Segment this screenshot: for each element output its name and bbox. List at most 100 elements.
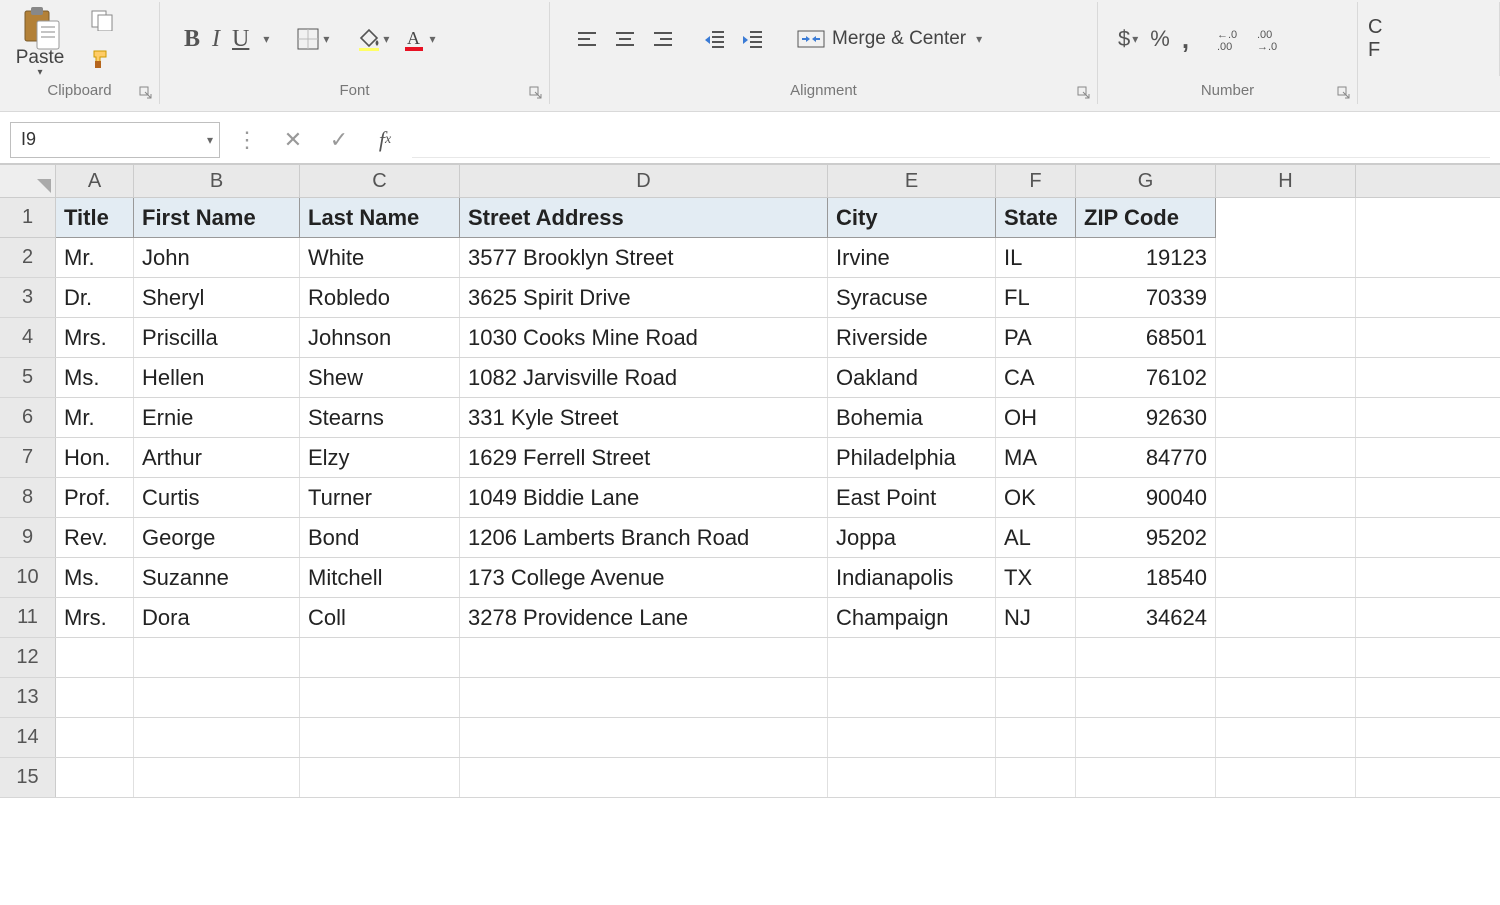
align-center-button[interactable] [606,21,644,57]
decrease-decimal-button[interactable]: .00→.0 [1249,21,1289,57]
underline-dropdown[interactable]: ▾ [255,21,275,57]
cell-F3[interactable]: FL [996,278,1076,317]
select-all-button[interactable] [0,165,56,197]
cell-A15[interactable] [56,758,134,797]
number-dialog-launcher[interactable] [1337,86,1351,100]
copy-button[interactable] [84,2,122,38]
cell-A7[interactable]: Hon. [56,438,134,477]
cell-H4[interactable] [1216,318,1356,357]
cell-F12[interactable] [996,638,1076,677]
cell-G15[interactable] [1076,758,1216,797]
cell-D3[interactable]: 3625 Spirit Drive [460,278,828,317]
cell-E14[interactable] [828,718,996,757]
cell-H3[interactable] [1216,278,1356,317]
cell-G8[interactable]: 90040 [1076,478,1216,517]
cell-A2[interactable]: Mr. [56,238,134,277]
column-header-H[interactable]: H [1216,165,1356,197]
formula-input[interactable] [412,122,1490,158]
cell-A8[interactable]: Prof. [56,478,134,517]
cell-G1[interactable]: ZIP Code [1076,198,1216,238]
cell-F8[interactable]: OK [996,478,1076,517]
align-right-button[interactable] [644,21,682,57]
cell-E9[interactable]: Joppa [828,518,996,557]
cell-G2[interactable]: 19123 [1076,238,1216,277]
cell-E15[interactable] [828,758,996,797]
cell-C6[interactable]: Stearns [300,398,460,437]
column-header-D[interactable]: D [460,165,828,197]
cell-D10[interactable]: 173 College Avenue [460,558,828,597]
cell-A14[interactable] [56,718,134,757]
row-header-10[interactable]: 10 [0,558,56,597]
cell-E12[interactable] [828,638,996,677]
borders-button[interactable]: ▾ [289,21,335,57]
cell-A1[interactable]: Title [56,198,134,238]
row-header-15[interactable]: 15 [0,758,56,797]
row-header-4[interactable]: 4 [0,318,56,357]
cell-C4[interactable]: Johnson [300,318,460,357]
cell-F9[interactable]: AL [996,518,1076,557]
cell-F10[interactable]: TX [996,558,1076,597]
cell-C15[interactable] [300,758,460,797]
increase-indent-button[interactable] [734,21,772,57]
cell-C11[interactable]: Coll [300,598,460,637]
cell-E11[interactable]: Champaign [828,598,996,637]
cell-G11[interactable]: 34624 [1076,598,1216,637]
column-header-G[interactable]: G [1076,165,1216,197]
row-header-7[interactable]: 7 [0,438,56,477]
align-left-button[interactable] [568,21,606,57]
cell-E2[interactable]: Irvine [828,238,996,277]
cell-H11[interactable] [1216,598,1356,637]
cell-A9[interactable]: Rev. [56,518,134,557]
cell-H8[interactable] [1216,478,1356,517]
chevron-down-icon[interactable]: ▾ [207,133,213,147]
cell-B1[interactable]: First Name [134,198,300,238]
cell-E3[interactable]: Syracuse [828,278,996,317]
cell-H5[interactable] [1216,358,1356,397]
cell-E6[interactable]: Bohemia [828,398,996,437]
decrease-indent-button[interactable] [696,21,734,57]
cell-F4[interactable]: PA [996,318,1076,357]
cell-C5[interactable]: Shew [300,358,460,397]
cell-H13[interactable] [1216,678,1356,717]
clipboard-dialog-launcher[interactable] [139,86,153,100]
increase-decimal-button[interactable]: ←.0.00 [1209,21,1249,57]
bold-button[interactable]: B [178,21,206,57]
cell-D1[interactable]: Street Address [460,198,828,238]
insert-function-button[interactable]: fx [366,122,404,158]
cell-C14[interactable] [300,718,460,757]
accounting-format-button[interactable]: $▾ [1112,21,1144,57]
cell-E13[interactable] [828,678,996,717]
row-header-14[interactable]: 14 [0,718,56,757]
cell-E4[interactable]: Riverside [828,318,996,357]
cell-B4[interactable]: Priscilla [134,318,300,357]
column-header-B[interactable]: B [134,165,300,197]
cell-C10[interactable]: Mitchell [300,558,460,597]
row-header-3[interactable]: 3 [0,278,56,317]
cell-G9[interactable]: 95202 [1076,518,1216,557]
cell-H12[interactable] [1216,638,1356,677]
row-header-5[interactable]: 5 [0,358,56,397]
cell-D9[interactable]: 1206 Lamberts Branch Road [460,518,828,557]
formula-menu-button[interactable]: ⋮ [228,122,266,158]
cell-G14[interactable] [1076,718,1216,757]
cell-C8[interactable]: Turner [300,478,460,517]
column-header-F[interactable]: F [996,165,1076,197]
comma-format-button[interactable]: , [1176,21,1195,57]
row-header-2[interactable]: 2 [0,238,56,277]
cell-C9[interactable]: Bond [300,518,460,557]
cell-A4[interactable]: Mrs. [56,318,134,357]
cell-C1[interactable]: Last Name [300,198,460,238]
cell-G7[interactable]: 84770 [1076,438,1216,477]
cell-E8[interactable]: East Point [828,478,996,517]
fill-color-button[interactable]: ▾ [349,21,395,57]
cell-D4[interactable]: 1030 Cooks Mine Road [460,318,828,357]
column-header-A[interactable]: A [56,165,134,197]
cell-G13[interactable] [1076,678,1216,717]
cell-C7[interactable]: Elzy [300,438,460,477]
row-header-9[interactable]: 9 [0,518,56,557]
cell-A3[interactable]: Dr. [56,278,134,317]
cell-F15[interactable] [996,758,1076,797]
cell-H15[interactable] [1216,758,1356,797]
cell-B6[interactable]: Ernie [134,398,300,437]
merge-center-button[interactable]: Merge & Center ▾ [786,21,992,57]
